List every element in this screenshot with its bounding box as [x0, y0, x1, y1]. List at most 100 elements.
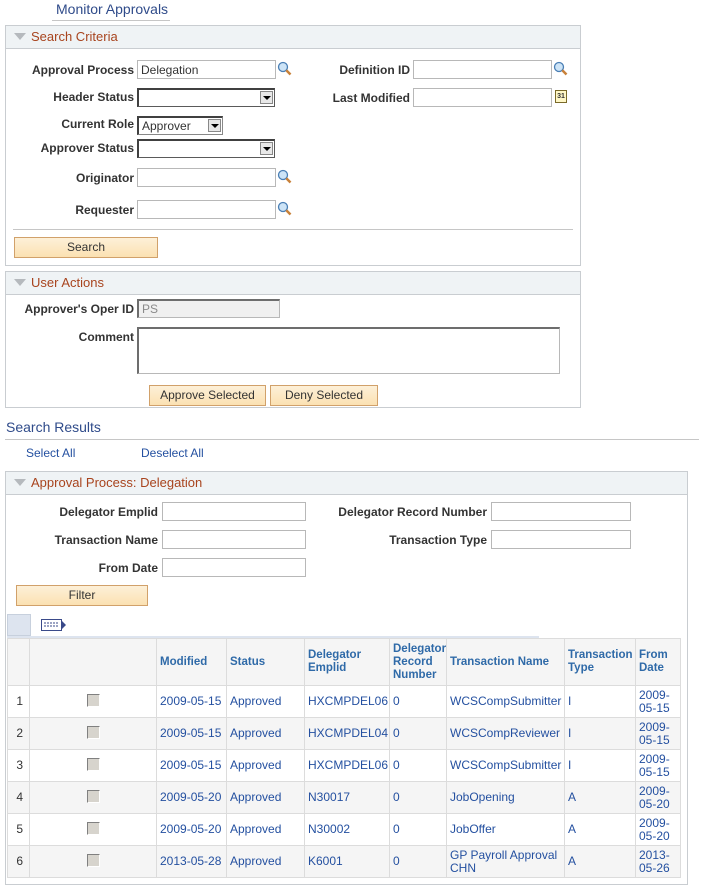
transaction-type-cell[interactable]: I — [564, 685, 636, 718]
delegator-emplid-cell[interactable]: N30002 — [304, 813, 390, 846]
select-all-link[interactable]: Select All — [26, 446, 75, 460]
chevron-down-icon[interactable] — [208, 119, 221, 132]
delegator-emplid-cell[interactable]: HXCMPDEL04 — [304, 717, 390, 750]
modified-cell[interactable]: 2009-05-15 — [156, 685, 227, 718]
approval-process-lookup-icon[interactable] — [277, 61, 292, 76]
approval-process-header[interactable]: Approval Process: Delegation — [6, 472, 687, 495]
grid-view-icon[interactable] — [41, 619, 67, 631]
transaction-type-cell[interactable]: A — [564, 781, 636, 814]
transaction-name-cell[interactable]: JobOpening — [446, 781, 565, 814]
from-date-cell[interactable]: 2009-05-15 — [635, 717, 681, 750]
from-date-cell[interactable]: 2009-05-20 — [635, 781, 681, 814]
row-select-checkbox[interactable] — [86, 725, 100, 739]
modified-cell[interactable]: 2009-05-15 — [156, 717, 227, 750]
row-select-checkbox[interactable] — [86, 757, 100, 771]
table-row: 3 2009-05-15 Approved HXCMPDEL06 0 WCSCompSub… — [7, 749, 681, 782]
col-header-status[interactable]: Status — [226, 638, 305, 686]
table-header-row: Modified Status Delegator Emplid Delegat… — [7, 638, 681, 686]
row-select-checkbox[interactable] — [86, 693, 100, 707]
comment-textarea[interactable] — [137, 327, 560, 374]
from-date-cell[interactable]: 2009-05-20 — [635, 813, 681, 846]
delegator-emplid-cell[interactable]: K6001 — [304, 845, 390, 878]
collapse-triangle-icon[interactable] — [14, 33, 26, 40]
from-date-input[interactable] — [162, 558, 306, 577]
collapse-triangle-icon[interactable] — [14, 479, 26, 486]
record-number-cell: 0 — [389, 749, 447, 782]
collapse-triangle-icon[interactable] — [14, 279, 26, 286]
transaction-type-cell[interactable]: A — [564, 813, 636, 846]
approval-process-label: Approval Process — [31, 63, 134, 77]
col-header-from-date[interactable]: From Date — [635, 638, 681, 686]
user-actions-header[interactable]: User Actions — [6, 272, 580, 295]
modified-cell[interactable]: 2009-05-20 — [156, 781, 227, 814]
from-date-cell[interactable]: 2009-05-15 — [635, 685, 681, 718]
requester-input[interactable] — [137, 200, 276, 219]
status-cell[interactable]: Approved — [226, 813, 305, 846]
current-role-value: Approver — [142, 119, 191, 133]
definition-id-lookup-icon[interactable] — [553, 61, 568, 76]
delegator-emplid-input[interactable] — [162, 502, 306, 521]
transaction-name-cell[interactable]: WCSCompSubmitter — [446, 685, 565, 718]
transaction-name-input[interactable] — [162, 530, 306, 549]
status-cell[interactable]: Approved — [226, 749, 305, 782]
search-results-title: Search Results — [6, 419, 101, 435]
row-select-cell — [29, 781, 157, 814]
search-results-divider — [5, 439, 699, 440]
from-date-cell[interactable]: 2013-05-26 — [635, 845, 681, 878]
row-select-cell — [29, 685, 157, 718]
search-criteria-header[interactable]: Search Criteria — [6, 26, 580, 49]
row-number: 6 — [7, 845, 30, 878]
transaction-type-cell[interactable]: I — [564, 717, 636, 750]
delegator-emplid-cell[interactable]: N30017 — [304, 781, 390, 814]
modified-cell[interactable]: 2013-05-28 — [156, 845, 227, 878]
delegator-emplid-cell[interactable]: HXCMPDEL06 — [304, 749, 390, 782]
status-cell[interactable]: Approved — [226, 781, 305, 814]
col-header-transaction-type[interactable]: Transaction Type — [564, 638, 636, 686]
row-select-checkbox[interactable] — [86, 853, 100, 867]
deselect-all-link[interactable]: Deselect All — [141, 446, 204, 460]
status-cell[interactable]: Approved — [226, 845, 305, 878]
from-date-cell[interactable]: 2009-05-15 — [635, 749, 681, 782]
approval-process-input[interactable] — [137, 60, 276, 79]
last-modified-input[interactable] — [413, 88, 552, 107]
transaction-name-cell[interactable]: GP Payroll Approval CHN — [446, 845, 565, 878]
transaction-name-cell[interactable]: WCSCompReviewer — [446, 717, 565, 750]
originator-input[interactable] — [137, 168, 276, 187]
header-status-select[interactable] — [137, 88, 275, 107]
deny-selected-button[interactable]: Deny Selected — [270, 385, 378, 406]
chevron-down-icon[interactable] — [260, 142, 273, 155]
requester-lookup-icon[interactable] — [277, 201, 292, 216]
col-header-delegator-emplid[interactable]: Delegator Emplid — [304, 638, 390, 686]
record-number-cell: 0 — [389, 845, 447, 878]
delegator-record-number-input[interactable] — [491, 502, 631, 521]
modified-cell[interactable]: 2009-05-15 — [156, 749, 227, 782]
grid-tab[interactable] — [7, 614, 31, 636]
col-header-row-number — [7, 638, 30, 686]
table-row: 6 2013-05-28 Approved K6001 0 GP Payroll Appr… — [7, 845, 681, 878]
col-header-delegator-record-number[interactable]: Delegator Record Number — [389, 638, 447, 686]
approve-selected-button[interactable]: Approve Selected — [149, 385, 266, 406]
transaction-name-cell[interactable]: WCSCompSubmitter — [446, 749, 565, 782]
col-header-transaction-name[interactable]: Transaction Name — [446, 638, 565, 686]
definition-id-input[interactable] — [413, 60, 552, 79]
from-date-label: From Date — [98, 561, 158, 575]
current-role-select[interactable]: Approver — [137, 116, 223, 135]
calendar-icon[interactable]: 31 — [555, 90, 567, 103]
transaction-type-cell[interactable]: I — [564, 749, 636, 782]
modified-cell[interactable]: 2009-05-20 — [156, 813, 227, 846]
row-number: 4 — [7, 781, 30, 814]
transaction-type-input[interactable] — [491, 530, 631, 549]
status-cell[interactable]: Approved — [226, 717, 305, 750]
status-cell[interactable]: Approved — [226, 685, 305, 718]
chevron-down-icon[interactable] — [260, 91, 273, 104]
row-select-checkbox[interactable] — [86, 821, 100, 835]
originator-lookup-icon[interactable] — [277, 169, 292, 184]
transaction-type-cell[interactable]: A — [564, 845, 636, 878]
col-header-modified[interactable]: Modified — [156, 638, 227, 686]
row-select-checkbox[interactable] — [86, 789, 100, 803]
search-button[interactable]: Search — [14, 237, 158, 258]
delegator-emplid-cell[interactable]: HXCMPDEL06 — [304, 685, 390, 718]
transaction-name-cell[interactable]: JobOffer — [446, 813, 565, 846]
filter-button[interactable]: Filter — [16, 585, 148, 606]
approver-status-select[interactable] — [137, 139, 275, 158]
